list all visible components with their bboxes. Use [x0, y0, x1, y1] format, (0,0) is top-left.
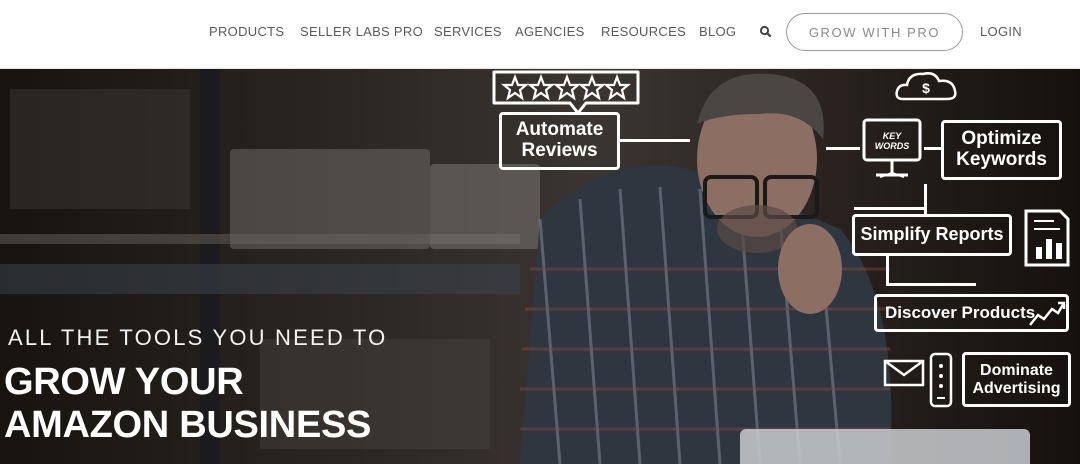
hero-banner: ALL THE TOOLS YOU NEED TO GROW YOUR AMAZ… — [0, 69, 1080, 464]
envelope-icon — [883, 359, 925, 387]
search-icon[interactable] — [758, 24, 774, 40]
site-header: PRODUCTS SELLER LABS PRO SERVICES AGENCI… — [0, 0, 1080, 69]
report-chart-icon — [1024, 209, 1070, 267]
hero-title: GROW YOUR AMAZON BUSINESS — [4, 361, 371, 447]
nav-services[interactable]: SERVICES — [434, 24, 502, 39]
nav-resources[interactable]: RESOURCES — [601, 24, 686, 39]
hero-title-line-1: GROW YOUR — [4, 361, 244, 403]
dominate-advertising-box: Dominate Advertising — [962, 352, 1071, 407]
trend-up-icon — [1029, 301, 1066, 326]
hero-tagline: ALL THE TOOLS YOU NEED TO — [8, 325, 388, 350]
connector-line — [886, 256, 889, 286]
svg-text:$: $ — [922, 80, 930, 96]
hero-title-line-2: AMAZON BUSINESS — [4, 404, 372, 446]
simplify-reports-box: Simplify Reports — [852, 214, 1012, 256]
nav-products[interactable]: PRODUCTS — [209, 24, 284, 39]
mobile-phone-icon — [929, 352, 953, 408]
connector-line — [826, 147, 860, 150]
automate-reviews-box: Automate Reviews — [499, 112, 620, 170]
connector-line — [924, 184, 927, 214]
cloud-dollar-icon: $ — [895, 72, 957, 101]
nav-seller-labs-pro[interactable]: SELLER LABS PRO — [300, 24, 423, 39]
connector-line — [620, 139, 690, 142]
connector-line — [854, 207, 924, 210]
connector-line — [924, 147, 941, 150]
optimize-keywords-box: Optimize Keywords — [941, 120, 1062, 180]
grow-with-pro-button[interactable]: GROW WITH PRO — [786, 13, 963, 51]
nav-login[interactable]: LOGIN — [980, 24, 1022, 39]
nav-agencies[interactable]: AGENCIES — [515, 24, 585, 39]
nav-blog[interactable]: BLOG — [699, 24, 736, 39]
connector-line — [886, 283, 976, 286]
key-words-label: KEY WORDS — [874, 131, 910, 151]
